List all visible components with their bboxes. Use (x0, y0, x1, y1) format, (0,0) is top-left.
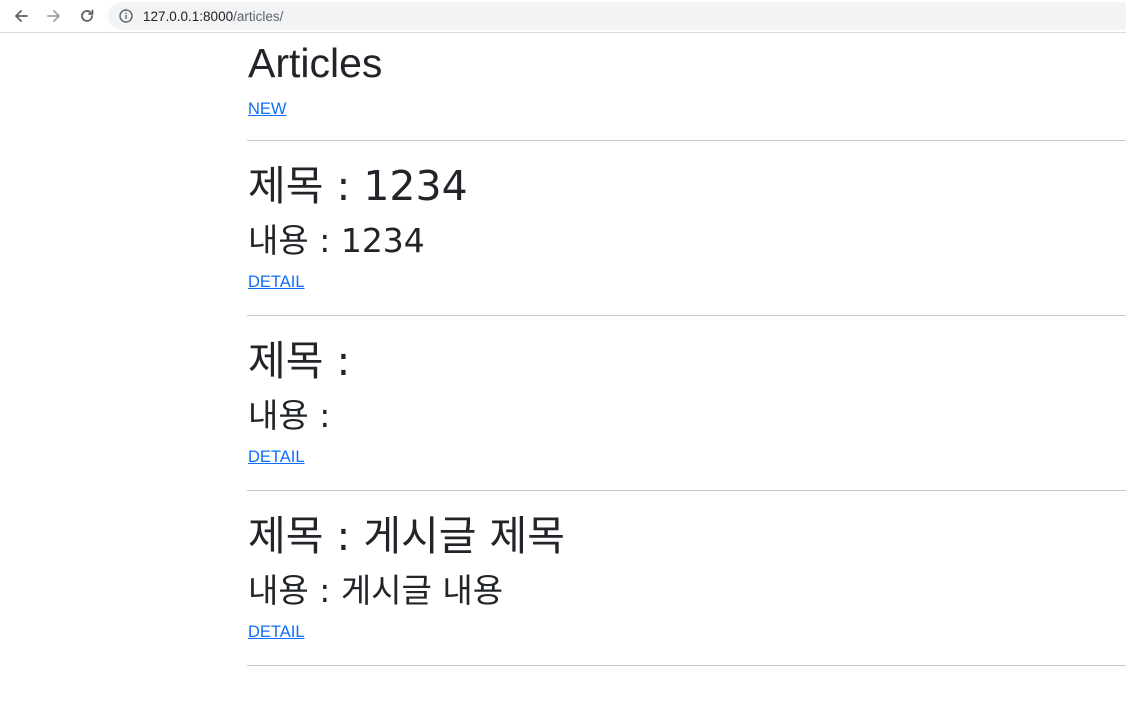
arrow-left-icon (15, 10, 28, 22)
article-title: 제목 : 1234 (248, 162, 468, 210)
reload-icon (81, 9, 94, 22)
url-path: /articles/ (233, 8, 284, 24)
article-title: 제목 : (248, 337, 351, 385)
arrow-right-icon (47, 10, 60, 22)
article-content: 내용 : 게시글 내용 (248, 571, 504, 610)
new-article-link[interactable]: NEW (248, 100, 287, 119)
back-button[interactable] (8, 4, 34, 28)
forward-button[interactable] (41, 4, 67, 28)
article-content: 내용 : 1234 (248, 221, 425, 260)
page-title: Articles (248, 40, 383, 86)
reload-button[interactable] (74, 4, 100, 28)
url-host: 127.0.0.1:8000 (143, 8, 234, 24)
article-detail-link[interactable]: DETAIL (248, 273, 305, 292)
article-item: 제목 : 내용 : DETAIL (248, 316, 1126, 491)
article-item: 제목 : 1234 내용 : 1234 DETAIL (248, 141, 1126, 316)
divider (247, 665, 1126, 666)
article-item: 제목 : 게시글 제목 내용 : 게시글 내용 DETAIL (248, 491, 1126, 666)
browser-toolbar: 127.0.0.1:8000/articles/ (0, 0, 1126, 33)
info-icon[interactable] (118, 8, 134, 24)
article-detail-link[interactable]: DETAIL (248, 448, 305, 467)
address-bar[interactable]: 127.0.0.1:8000/articles/ (108, 2, 1126, 30)
url-text: 127.0.0.1:8000/articles/ (143, 9, 283, 24)
article-content: 내용 : (248, 396, 331, 435)
article-detail-link[interactable]: DETAIL (248, 623, 305, 642)
article-title: 제목 : 게시글 제목 (248, 512, 565, 560)
